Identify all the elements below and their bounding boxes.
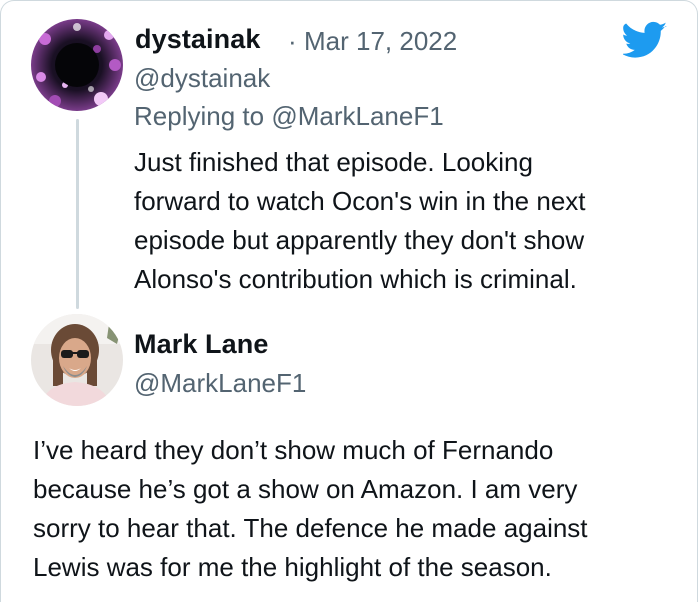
replying-to-prefix: Replying to xyxy=(134,101,265,131)
first-tweet-display-name[interactable]: dystainak xyxy=(135,24,260,55)
first-tweet-text-line: Just finished that episode. Looking xyxy=(134,147,533,177)
first-tweet-handle[interactable]: @dystainak xyxy=(134,63,270,94)
reply-tweet-text-line: Lewis was for me the highlight of the se… xyxy=(33,552,552,582)
reply-tweet-text: I’ve heard they don’t show much of Ferna… xyxy=(33,431,588,587)
first-tweet-date-separator: · xyxy=(288,26,297,56)
avatar-marklane[interactable] xyxy=(31,314,123,406)
avatar-dystainak[interactable] xyxy=(31,19,123,111)
reply-tweet-handle[interactable]: @MarkLaneF1 xyxy=(134,368,306,399)
reply-tweet-display-name[interactable]: Mark Lane xyxy=(134,329,268,360)
thread-connector-line xyxy=(76,119,79,309)
first-tweet-text-line: forward to watch Ocon's win in the next xyxy=(134,186,586,216)
reply-tweet-text-line: sorry to hear that. The defence he made … xyxy=(33,513,588,543)
tweet-thread-card: dystainak · Mar 17, 2022 @dystainak Repl… xyxy=(0,0,698,602)
reply-tweet-text-line: because he’s got a show on Amazon. I am … xyxy=(33,474,578,504)
replying-to-handle[interactable]: @MarkLaneF1 xyxy=(271,101,443,131)
first-tweet-text-line: Alonso's contribution which is criminal. xyxy=(134,264,577,294)
first-tweet-date[interactable]: Mar 17, 2022 xyxy=(304,26,457,57)
first-tweet-text: Just finished that episode. Looking forw… xyxy=(134,143,586,299)
reply-tweet-text-line: I’ve heard they don’t show much of Ferna… xyxy=(33,435,554,465)
first-tweet-text-line: episode but apparently they don't show xyxy=(134,225,585,255)
twitter-bird-icon[interactable] xyxy=(621,21,667,64)
replying-to-line: Replying to @MarkLaneF1 xyxy=(134,101,444,132)
